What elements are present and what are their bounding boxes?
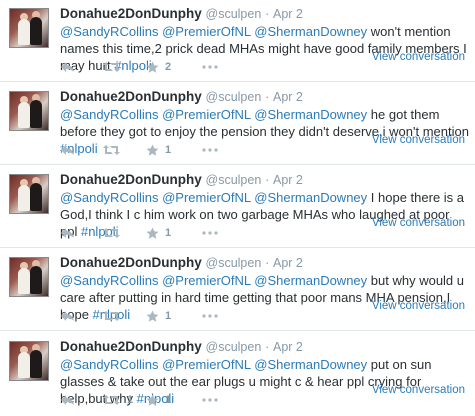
view-conversation-link[interactable]: View conversation: [372, 300, 465, 312]
star-icon: [146, 394, 159, 407]
retweet-button[interactable]: [102, 307, 127, 325]
timestamp[interactable]: Apr 2: [273, 340, 303, 354]
tweet-header: Donahue2DonDunphy @sculpen · Apr 2: [60, 6, 303, 21]
reply-icon: [60, 61, 75, 73]
tweet-header: Donahue2DonDunphy @sculpen · Apr 2: [60, 172, 303, 187]
reply-icon: [60, 310, 75, 322]
retweet-count: 1: [127, 394, 134, 406]
reply-button[interactable]: [60, 224, 75, 242]
reply-button[interactable]: [60, 141, 75, 159]
retweet-icon: [102, 144, 121, 156]
tweet: Donahue2DonDunphy @sculpen · Apr 2 @Sand…: [0, 333, 475, 416]
star-icon: [146, 61, 159, 74]
favorite-button[interactable]: 1: [146, 224, 171, 242]
more-button[interactable]: [202, 141, 218, 159]
more-icon: [202, 231, 218, 235]
mentions[interactable]: @SandyRCollins @PremierOfNL @ShermanDown…: [60, 273, 367, 288]
more-button[interactable]: [202, 58, 218, 76]
reply-icon: [60, 144, 75, 156]
more-button[interactable]: [202, 224, 218, 242]
retweet-button[interactable]: [102, 58, 127, 76]
retweet-icon: [102, 227, 121, 239]
user-handle[interactable]: @sculpen: [206, 7, 262, 21]
retweet-button[interactable]: [102, 224, 127, 242]
favorite-count: 1: [165, 310, 172, 322]
mentions[interactable]: @SandyRCollins @PremierOfNL @ShermanDown…: [60, 24, 367, 39]
reply-button[interactable]: [60, 391, 75, 409]
tweet: Donahue2DonDunphy @sculpen · Apr 2 @Sand…: [0, 249, 475, 331]
avatar[interactable]: [9, 8, 49, 48]
retweet-icon: [102, 61, 121, 73]
favorite-count: 2: [165, 61, 172, 73]
tweet: Donahue2DonDunphy @sculpen · Apr 2 @Sand…: [0, 83, 475, 165]
reply-icon: [60, 394, 75, 406]
reply-icon: [60, 227, 75, 239]
more-icon: [202, 314, 218, 318]
mentions[interactable]: @SandyRCollins @PremierOfNL @ShermanDown…: [60, 357, 367, 372]
more-button[interactable]: [202, 391, 218, 409]
timestamp[interactable]: Apr 2: [273, 90, 303, 104]
tweet-header: Donahue2DonDunphy @sculpen · Apr 2: [60, 89, 303, 104]
view-conversation-link[interactable]: View conversation: [372, 134, 465, 146]
display-name[interactable]: Donahue2DonDunphy: [60, 172, 202, 187]
favorite-button[interactable]: 1: [146, 307, 171, 325]
user-handle[interactable]: @sculpen: [206, 173, 262, 187]
avatar[interactable]: [9, 257, 49, 297]
separator-dot: ·: [265, 90, 270, 104]
separator-dot: ·: [265, 173, 270, 187]
timestamp[interactable]: Apr 2: [273, 7, 303, 21]
tweet-actions: 1: [60, 224, 360, 242]
tweet-feed: Donahue2DonDunphy @sculpen · Apr 2 @Sand…: [0, 0, 475, 416]
avatar[interactable]: [9, 341, 49, 381]
display-name[interactable]: Donahue2DonDunphy: [60, 6, 202, 21]
tweet: Donahue2DonDunphy @sculpen · Apr 2 @Sand…: [0, 0, 475, 82]
avatar[interactable]: [9, 174, 49, 214]
tweet-header: Donahue2DonDunphy @sculpen · Apr 2: [60, 255, 303, 270]
reply-button[interactable]: [60, 58, 75, 76]
user-handle[interactable]: @sculpen: [206, 90, 262, 104]
separator-dot: ·: [265, 340, 270, 354]
view-conversation-link[interactable]: View conversation: [372, 217, 465, 229]
retweet-button[interactable]: 1: [102, 391, 133, 409]
mentions[interactable]: @SandyRCollins @PremierOfNL @ShermanDown…: [60, 190, 367, 205]
more-button[interactable]: [202, 307, 218, 325]
user-handle[interactable]: @sculpen: [206, 256, 262, 270]
mentions[interactable]: @SandyRCollins @PremierOfNL @ShermanDown…: [60, 107, 367, 122]
star-icon: [146, 227, 159, 240]
reply-button[interactable]: [60, 307, 75, 325]
timestamp[interactable]: Apr 2: [273, 256, 303, 270]
timestamp[interactable]: Apr 2: [273, 173, 303, 187]
more-icon: [202, 148, 218, 152]
avatar[interactable]: [9, 91, 49, 131]
tweet-actions: 2: [60, 58, 360, 76]
display-name[interactable]: Donahue2DonDunphy: [60, 255, 202, 270]
tweet: Donahue2DonDunphy @sculpen · Apr 2 @Sand…: [0, 166, 475, 248]
retweet-icon: [102, 310, 121, 322]
tweet-actions: 1 1: [60, 391, 360, 409]
star-icon: [146, 310, 159, 323]
star-icon: [146, 144, 159, 157]
view-conversation-link[interactable]: View conversation: [372, 384, 465, 396]
retweet-button[interactable]: [102, 141, 127, 159]
favorite-button[interactable]: 2: [146, 58, 171, 76]
tweet-actions: 1: [60, 141, 360, 159]
display-name[interactable]: Donahue2DonDunphy: [60, 89, 202, 104]
tweet-actions: 1: [60, 307, 360, 325]
more-icon: [202, 65, 218, 69]
tweet-header: Donahue2DonDunphy @sculpen · Apr 2: [60, 339, 303, 354]
separator-dot: ·: [265, 256, 270, 270]
retweet-icon: [102, 394, 121, 406]
more-icon: [202, 398, 218, 402]
favorite-count: 1: [165, 227, 172, 239]
user-handle[interactable]: @sculpen: [206, 340, 262, 354]
favorite-count: 1: [165, 144, 172, 156]
favorite-count: 1: [165, 394, 172, 406]
separator-dot: ·: [265, 7, 270, 21]
display-name[interactable]: Donahue2DonDunphy: [60, 339, 202, 354]
favorite-button[interactable]: 1: [146, 141, 171, 159]
favorite-button[interactable]: 1: [146, 391, 171, 409]
view-conversation-link[interactable]: View conversation: [372, 51, 465, 63]
